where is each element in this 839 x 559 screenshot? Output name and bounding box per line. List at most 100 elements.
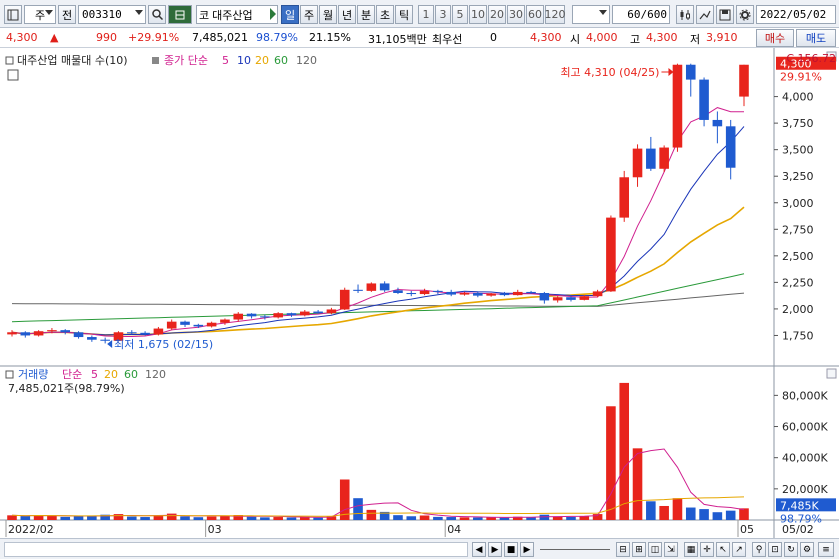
current-volume-tag-label: 7,485K (780, 499, 819, 512)
price-tick-label: 3,750 (782, 117, 814, 130)
search-icon[interactable] (148, 5, 166, 24)
interval-tab-3[interactable]: 3 (435, 5, 451, 24)
high-label: 고 (630, 33, 641, 46)
interval-tab-10[interactable]: 10 (469, 5, 487, 24)
volume-tick-label: 80,000K (782, 389, 828, 402)
count-value: 60 (627, 8, 641, 21)
settings-icon[interactable]: ⚙ (800, 542, 814, 557)
prev-button[interactable]: 전 (58, 5, 76, 24)
refresh-icon[interactable]: ↻ (784, 542, 798, 557)
volume-legend-period: 5 (91, 368, 98, 381)
volume-bar (193, 517, 204, 520)
scroll-left-icon[interactable]: ◀ (472, 542, 486, 557)
candle-body (87, 337, 97, 340)
candle-icon[interactable] (676, 5, 694, 24)
lock-icon[interactable]: ⊡ (768, 542, 782, 557)
period-tab-5[interactable]: 초 (376, 5, 394, 24)
arrow-icon[interactable]: ↗ (732, 542, 746, 557)
period-tab-3[interactable]: 년 (338, 5, 356, 24)
cursor-icon[interactable]: ↖ (716, 542, 730, 557)
play-icon[interactable]: ▶ (488, 542, 502, 557)
count-input[interactable]: 60/600 (612, 5, 670, 24)
candle-body (326, 309, 337, 314)
code-input[interactable]: 003310 (78, 5, 146, 24)
more-icon[interactable]: ≡ (818, 542, 834, 557)
volume-bar (406, 516, 417, 520)
candle-body (592, 291, 603, 297)
candle-body (20, 332, 31, 336)
date-value: 2022/05/02 (760, 8, 827, 21)
high-annotation: 최고 4,310 (04/25) (560, 66, 659, 79)
scroll-right-icon[interactable]: ▶ (520, 542, 534, 557)
volume-bar (433, 516, 443, 520)
price-tick-label: 2,000 (782, 303, 814, 316)
candle-body (685, 64, 696, 80)
save-icon[interactable] (716, 5, 734, 24)
volume-bar (260, 517, 270, 520)
stock-name: 대주산업 (212, 8, 253, 22)
fit-icon[interactable]: ◫ (648, 542, 662, 557)
candle-body (393, 290, 403, 293)
zoom-out-icon[interactable]: ⊟ (616, 542, 630, 557)
crosshair-icon[interactable]: ✛ (700, 542, 714, 557)
name-prefix: 코 (199, 8, 210, 22)
stock-chart[interactable]: 18,220,442(5,8%)0(0,0%)51,763,129(16,4%)… (0, 48, 839, 538)
volume-bar (606, 406, 616, 520)
stop-icon[interactable]: ■ (504, 542, 518, 557)
period-tab-0[interactable]: 일 (281, 5, 299, 24)
candle-body (73, 332, 84, 338)
volume-current-label: 7,485,021주(98.79%) (8, 382, 125, 395)
volume-bar (459, 517, 470, 520)
volume-scroll-icon[interactable] (826, 368, 837, 379)
layout-icon[interactable] (4, 5, 22, 24)
grid-icon[interactable]: ▦ (684, 542, 698, 557)
volume-bar (220, 515, 230, 520)
date-input[interactable]: 2022/05/02 (756, 5, 836, 24)
candle-body (552, 297, 563, 301)
volume-legend-period: 20 (104, 368, 118, 381)
zoom-slider[interactable] (540, 549, 610, 550)
candle-body (220, 319, 230, 323)
volume-bar (739, 508, 749, 520)
interval-tab-30[interactable]: 30 (507, 5, 525, 24)
gear-icon[interactable] (736, 5, 754, 24)
period-tab-1[interactable]: 주 (300, 5, 318, 24)
best-ask-value: 0 (490, 31, 497, 44)
interval-tab-120[interactable]: 120 (545, 5, 566, 24)
candle-body (606, 217, 616, 292)
chart-type-select[interactable] (168, 5, 192, 24)
scale-icon[interactable]: ⇲ (664, 542, 678, 557)
candle-body (180, 321, 190, 325)
trade-amount: 31,105백만 (368, 33, 427, 46)
legend-ma-period: 20 (255, 54, 269, 67)
period-tab-6[interactable]: 틱 (395, 5, 413, 24)
magnify-icon[interactable]: ⚲ (752, 542, 766, 557)
legend-ma-period: 120 (296, 54, 317, 67)
period-tab-2[interactable]: 월 (319, 5, 337, 24)
volume-bar (20, 516, 31, 520)
interval-tab-5[interactable]: 5 (452, 5, 468, 24)
market-select[interactable]: 주 (24, 5, 56, 24)
legend-ma-period: 5 (222, 54, 229, 67)
sell-button[interactable]: 매도 (796, 29, 836, 47)
buy-button[interactable]: 매수 (756, 29, 794, 47)
legend-ma-label: 종가 단순 (164, 54, 208, 67)
low-value: 3,910 (706, 31, 738, 44)
interval-tab-1[interactable]: 1 (418, 5, 434, 24)
interval-tab-60[interactable]: 60 (526, 5, 544, 24)
zoom-in-icon[interactable]: ⊞ (632, 542, 646, 557)
candle-body (300, 311, 310, 316)
best-ask-label: 최우선 (432, 33, 463, 46)
volume-bar (446, 517, 456, 520)
date-tick-label: 04 (447, 523, 461, 536)
stock-name-box[interactable]: 코 대주산업 (196, 5, 278, 24)
legend-ma-period: 60 (274, 54, 288, 67)
blank-select[interactable] (572, 5, 610, 24)
current-rate-label: 29.91% (780, 71, 822, 84)
interval-tab-20[interactable]: 20 (488, 5, 506, 24)
volume-bar (393, 515, 403, 520)
draw-icon[interactable] (696, 5, 714, 24)
period-tab-4[interactable]: 분 (357, 5, 375, 24)
candle-body (60, 330, 71, 333)
horizontal-scrollbar[interactable] (4, 542, 468, 557)
